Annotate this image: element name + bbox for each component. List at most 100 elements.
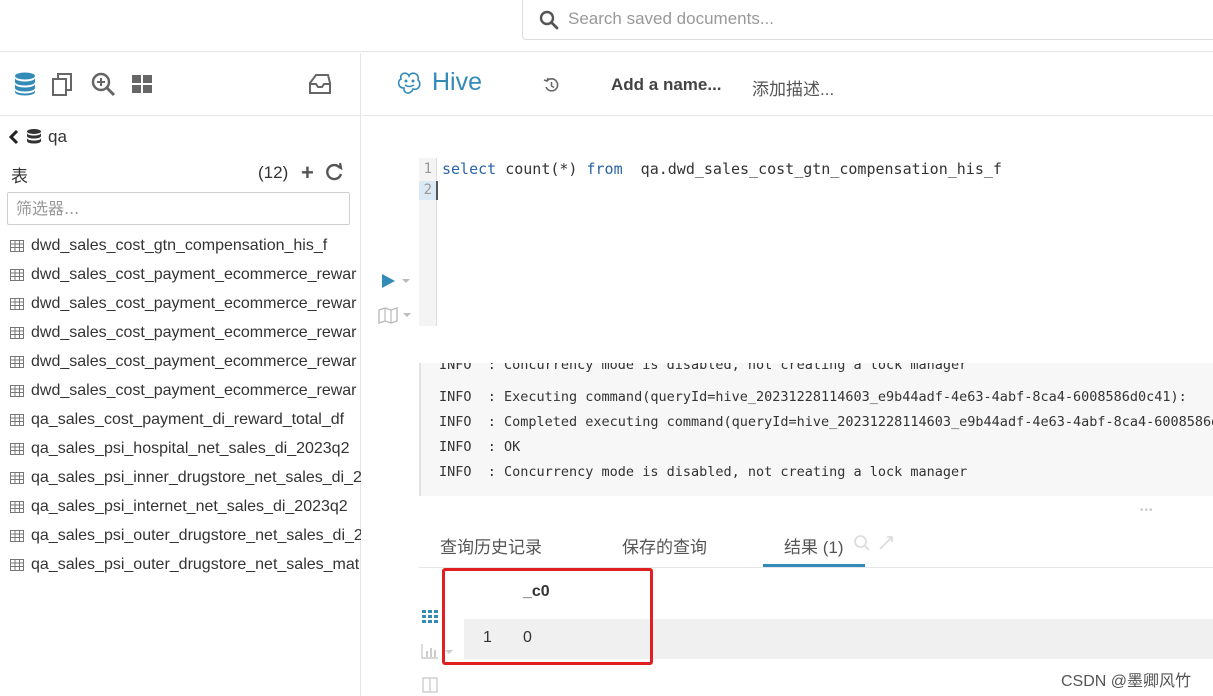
list-item[interactable]: dwd_sales_cost_payment_ecommerce_rewar bbox=[0, 376, 361, 405]
sql-editor[interactable]: 1 2 bbox=[419, 158, 1213, 326]
inbox-icon[interactable] bbox=[307, 71, 333, 97]
add-description-button[interactable]: 添加描述... bbox=[752, 75, 834, 100]
assist-toolbar bbox=[0, 53, 360, 116]
tab-saved-queries[interactable]: 保存的查询 bbox=[622, 533, 707, 558]
list-item[interactable]: qa_sales_psi_inner_drugstore_net_sales_d… bbox=[0, 463, 361, 492]
grid-icon[interactable] bbox=[129, 71, 155, 97]
table-icon bbox=[10, 471, 24, 484]
text-cursor bbox=[436, 181, 438, 200]
table-name: dwd_sales_cost_gtn_compensation_his_f bbox=[31, 236, 328, 254]
list-item[interactable]: qa_sales_cost_payment_di_reward_total_df bbox=[0, 405, 361, 434]
list-item[interactable]: dwd_sales_cost_payment_ecommerce_rewar bbox=[0, 289, 361, 318]
table-icon bbox=[10, 413, 24, 426]
table-filter-input[interactable]: 筛选器... bbox=[7, 192, 350, 225]
list-item[interactable]: qa_sales_psi_internet_net_sales_di_2023q… bbox=[0, 492, 361, 521]
result-column-header[interactable]: _c0 bbox=[523, 583, 550, 601]
play-icon bbox=[382, 274, 410, 288]
top-bar: Search saved documents... bbox=[0, 0, 1213, 52]
tab-results[interactable]: 结果 (1) bbox=[784, 533, 844, 558]
execution-log: INFO : Concurrency mode is disabled, not… bbox=[419, 363, 1213, 496]
search-icon[interactable] bbox=[853, 534, 871, 552]
table-icon bbox=[10, 355, 24, 368]
table-icon bbox=[10, 384, 24, 397]
list-item[interactable]: dwd_sales_cost_payment_ecommerce_rewar bbox=[0, 347, 361, 376]
table-icon bbox=[10, 558, 24, 571]
database-icon bbox=[27, 129, 41, 144]
engine-name: Hive bbox=[432, 68, 483, 96]
map-button[interactable] bbox=[378, 306, 414, 324]
log-line: INFO : Concurrency mode is disabled, not… bbox=[439, 464, 968, 480]
result-cell[interactable]: 0 bbox=[523, 629, 532, 647]
chevron-left-icon[interactable] bbox=[8, 129, 20, 145]
table-reference: qa.dwd_sales_cost_gtn_compensation_his_f bbox=[622, 160, 1002, 178]
search-data-icon[interactable] bbox=[90, 71, 116, 97]
grid-view-icon[interactable] bbox=[421, 608, 439, 626]
search-icon bbox=[539, 10, 559, 30]
add-table-button[interactable]: + bbox=[301, 160, 314, 186]
resize-handle[interactable]: ••• bbox=[1140, 505, 1154, 516]
log-line: INFO : OK bbox=[439, 439, 521, 455]
search-placeholder: Search saved documents... bbox=[568, 9, 775, 28]
list-item[interactable]: dwd_sales_cost_payment_ecommerce_rewar bbox=[0, 260, 361, 289]
line-number-gutter: 1 2 bbox=[419, 158, 437, 326]
table-icon bbox=[10, 442, 24, 455]
line-number: 2 bbox=[419, 181, 436, 200]
result-header-row bbox=[464, 576, 1213, 618]
editor-header: Hive Add a name... 添加描述... bbox=[362, 53, 1213, 116]
table-icon bbox=[10, 500, 24, 513]
sql-code-line: select count(*) from qa.dwd_sales_cost_g… bbox=[442, 160, 1002, 178]
add-name-button[interactable]: Add a name... bbox=[611, 75, 722, 95]
table-name: qa_sales_psi_outer_drugstore_net_sales_d… bbox=[31, 526, 361, 544]
tables-count: (12) bbox=[258, 163, 289, 182]
left-panel: qa 表 (12) + 筛选器... dwd_sales_cost_gtn_co… bbox=[0, 53, 361, 696]
table-icon bbox=[10, 297, 24, 310]
table-name: dwd_sales_cost_payment_ecommerce_rewar bbox=[31, 323, 357, 341]
table-name: qa_sales_psi_hospital_net_sales_di_2023q… bbox=[31, 439, 350, 457]
breadcrumb-database-name: qa bbox=[48, 127, 67, 146]
log-line: INFO : Completed executing command(query… bbox=[439, 414, 1213, 430]
table-icon bbox=[10, 268, 24, 281]
log-line: INFO : Concurrency mode is disabled, not… bbox=[439, 363, 968, 373]
table-name: dwd_sales_cost_payment_ecommerce_rewar bbox=[31, 381, 357, 399]
table-list: dwd_sales_cost_gtn_compensation_his_fdwd… bbox=[0, 231, 361, 579]
map-icon bbox=[378, 307, 411, 324]
list-item[interactable]: qa_sales_psi_outer_drugstore_net_sales_d… bbox=[0, 521, 361, 550]
keyword-select: select bbox=[442, 160, 497, 178]
list-item[interactable]: qa_sales_psi_outer_drugstore_net_sales_m… bbox=[0, 550, 361, 579]
execute-button[interactable] bbox=[381, 272, 411, 290]
refresh-icon[interactable] bbox=[325, 162, 344, 181]
list-item[interactable]: dwd_sales_cost_payment_ecommerce_rewar bbox=[0, 318, 361, 347]
table-name: dwd_sales_cost_payment_ecommerce_rewar bbox=[31, 352, 357, 370]
table-icon bbox=[10, 326, 24, 339]
result-tabs: 查询历史记录 保存的查询 结果 (1) bbox=[419, 520, 1213, 568]
database-icon[interactable] bbox=[12, 71, 38, 97]
table-name: qa_sales_psi_inner_drugstore_net_sales_d… bbox=[31, 468, 361, 486]
table-icon bbox=[10, 239, 24, 252]
columns-view-icon[interactable] bbox=[421, 676, 439, 694]
table-row bbox=[464, 619, 1213, 659]
documents-icon[interactable] bbox=[50, 71, 76, 97]
breadcrumb[interactable]: qa bbox=[8, 127, 67, 147]
table-name: qa_sales_cost_payment_di_reward_total_df bbox=[31, 410, 345, 428]
keyword-from: from bbox=[586, 160, 623, 178]
count-function: count(*) bbox=[496, 160, 587, 178]
hive-logo-icon bbox=[397, 72, 421, 94]
table-name: qa_sales_psi_internet_net_sales_di_2023q… bbox=[31, 497, 348, 515]
table-name: qa_sales_psi_outer_drugstore_net_sales_m… bbox=[31, 555, 360, 573]
history-icon[interactable] bbox=[543, 77, 560, 94]
watermark: CSDN @墨卿风竹 bbox=[1061, 673, 1192, 690]
active-tab-indicator bbox=[763, 564, 865, 567]
tab-query-history[interactable]: 查询历史记录 bbox=[440, 533, 542, 558]
list-item[interactable]: qa_sales_psi_hospital_net_sales_di_2023q… bbox=[0, 434, 361, 463]
line-number: 1 bbox=[423, 161, 432, 177]
table-name: dwd_sales_cost_payment_ecommerce_rewar bbox=[31, 265, 357, 283]
table-name: dwd_sales_cost_payment_ecommerce_rewar bbox=[31, 294, 357, 312]
expand-icon[interactable] bbox=[877, 534, 895, 552]
tables-heading: 表 bbox=[11, 167, 28, 186]
search-input[interactable]: Search saved documents... bbox=[522, 0, 1213, 40]
chart-view-icon[interactable] bbox=[421, 642, 455, 660]
row-number: 1 bbox=[483, 629, 492, 646]
table-icon bbox=[10, 529, 24, 542]
log-line: INFO : Executing command(queryId=hive_20… bbox=[439, 389, 1187, 405]
list-item[interactable]: dwd_sales_cost_gtn_compensation_his_f bbox=[0, 231, 361, 260]
